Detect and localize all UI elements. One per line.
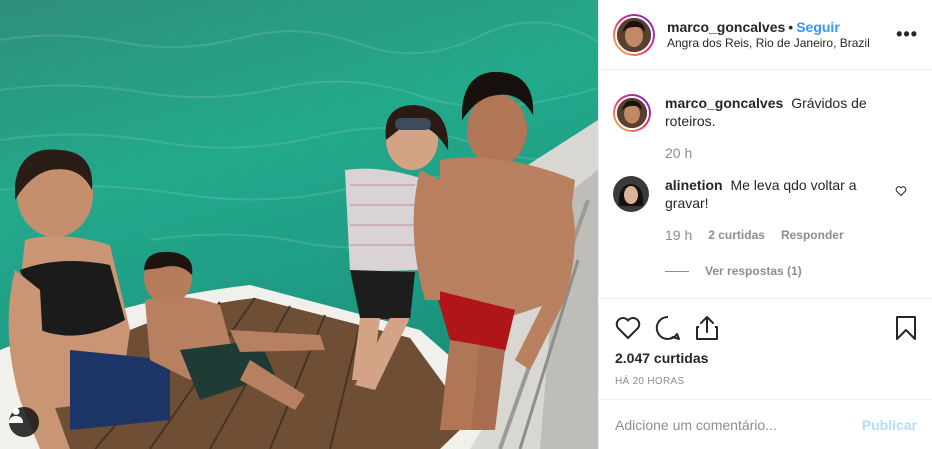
like-count[interactable]: 2.047 curtidas — [615, 350, 917, 366]
post-location[interactable]: Angra dos Reis, Rio de Janeiro, Brazil — [667, 36, 870, 52]
commenter-username[interactable]: alinetion — [665, 177, 723, 193]
comments-section: marco_goncalves Grávidos de roteiros. 20… — [599, 70, 932, 299]
post-age[interactable]: HÁ 20 HORAS — [615, 376, 917, 387]
comment-time[interactable]: 19 h — [665, 226, 692, 244]
comment-likes[interactable]: 2 curtidas — [708, 226, 765, 244]
view-replies-button[interactable]: Ver respostas (1) — [665, 264, 919, 278]
caption-username[interactable]: marco_goncalves — [665, 95, 783, 111]
comment-button[interactable] — [655, 315, 681, 341]
post-header: marco_goncalves • Seguir Angra dos Reis, R… — [599, 0, 932, 70]
share-button[interactable] — [695, 315, 719, 341]
add-comment-bar: Publicar — [599, 399, 932, 449]
caption-time[interactable]: 20 h — [665, 144, 692, 162]
author-username[interactable]: marco_goncalves — [667, 19, 785, 35]
avatar-face-icon — [613, 176, 649, 212]
author-avatar[interactable] — [613, 13, 655, 56]
save-button[interactable] — [895, 315, 917, 341]
user-tag-icon — [9, 408, 23, 423]
comment-icon — [655, 315, 680, 340]
avatar-face-icon — [617, 98, 647, 128]
separator-dot: • — [788, 18, 794, 35]
comment-input[interactable] — [615, 416, 862, 433]
reply-button[interactable]: Responder — [781, 226, 844, 244]
follow-button[interactable]: Seguir — [796, 19, 840, 35]
like-button[interactable] — [615, 316, 641, 340]
boat-deck-photo — [0, 21, 598, 449]
user-tag-button[interactable] — [9, 407, 39, 437]
view-replies-label: Ver respostas (1) — [705, 264, 802, 278]
comment-like-button[interactable] — [895, 184, 907, 202]
caption: marco_goncalves Grávidos de roteiros. 20… — [613, 94, 919, 162]
post-photo[interactable] — [0, 0, 598, 449]
publish-button[interactable]: Publicar — [862, 417, 917, 433]
caption-avatar[interactable] — [613, 94, 651, 132]
bookmark-icon — [896, 316, 916, 340]
more-options-button[interactable]: ••• — [896, 24, 918, 45]
comment-item: alinetion Me leva qdo voltar a gravar! 1… — [613, 176, 919, 244]
commenter-avatar[interactable] — [613, 176, 651, 214]
heart-icon — [895, 186, 907, 197]
heart-icon — [615, 317, 641, 339]
share-icon — [696, 316, 718, 340]
avatar-face-icon — [617, 17, 651, 52]
post-side-panel: marco_goncalves • Seguir Angra dos Reis, R… — [598, 0, 932, 449]
replies-divider — [665, 270, 689, 272]
